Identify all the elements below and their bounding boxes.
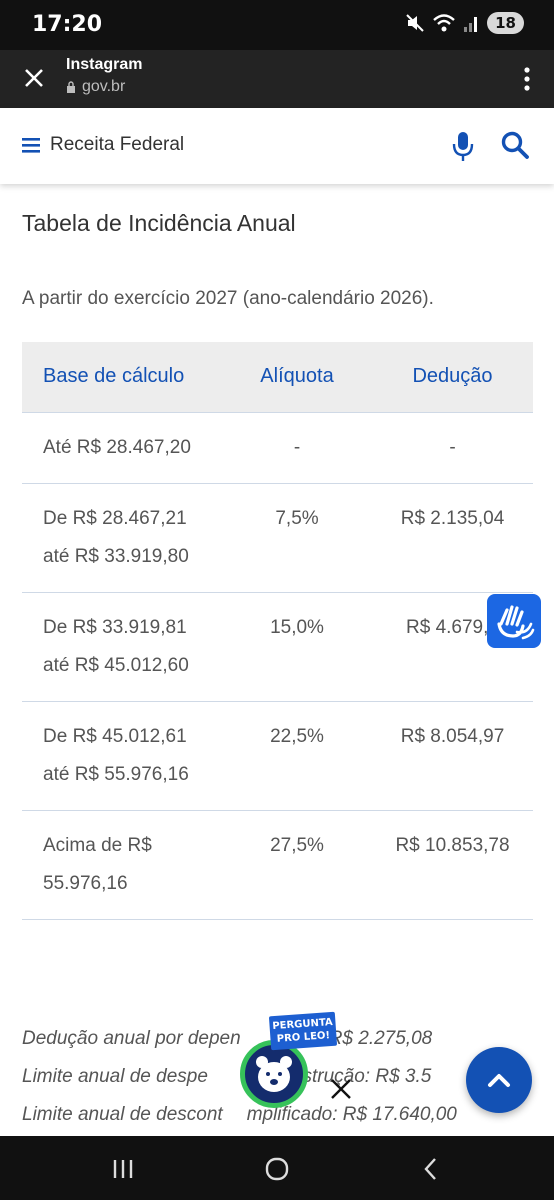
note-text: R$ 2.275,08: [328, 1028, 433, 1049]
cell-deducao: R$ 8.054,97: [372, 700, 533, 810]
note-text: Limite anual de despe: [22, 1066, 208, 1087]
cell-aliquota: 27,5%: [222, 809, 372, 920]
site-brand[interactable]: Receita Federal: [50, 134, 184, 156]
cell-base: De R$ 45.012,61 até R$ 55.976,16: [22, 700, 222, 810]
battery-indicator: 18: [487, 12, 524, 34]
table-row: Até R$ 28.467,20 - -: [22, 411, 533, 483]
page-heading: Tabela de Incidência Anual: [22, 210, 296, 236]
table-header-row: Base de cálculo Alíquota Dedução: [22, 342, 533, 412]
home-icon[interactable]: [262, 1154, 292, 1184]
cell-base: Até R$ 28.467,20: [22, 411, 222, 483]
status-icons: 18: [405, 12, 524, 34]
close-icon[interactable]: [18, 62, 50, 94]
note-line: Dedução anual por depen R$ 2.275,08: [22, 1020, 457, 1058]
page-content: Tabela de Incidência Anual A partir do e…: [0, 184, 554, 1136]
scroll-top-button[interactable]: [466, 1047, 532, 1113]
system-nav-bar: [0, 1136, 554, 1200]
cell-deducao: R$ 10.853,78: [372, 809, 533, 920]
note-text: Dedução anual por depen: [22, 1028, 241, 1049]
cell-deducao: -: [372, 411, 533, 483]
cell-aliquota: 7,5%: [222, 482, 372, 592]
sign-language-icon: [497, 605, 535, 640]
site-header: Receita Federal: [0, 108, 554, 184]
chevron-up-icon: [488, 1074, 510, 1087]
signal-icon: [464, 17, 478, 32]
cell-base: De R$ 28.467,21 até R$ 33.919,80: [22, 482, 222, 592]
note-text: nstrução: R$ 3.5: [291, 1066, 432, 1087]
browser-title: Instagram: [66, 56, 143, 73]
recents-icon[interactable]: [108, 1154, 138, 1184]
cell-aliquota: -: [222, 411, 372, 483]
accessibility-widget[interactable]: [487, 594, 541, 648]
browser-url: gov.br: [66, 78, 125, 96]
table-row: Acima de R$ 55.976,16 27,5% R$ 10.853,78: [22, 809, 533, 920]
column-header-base: Base de cálculo: [22, 342, 222, 412]
leo-badge[interactable]: PERGUNTA PRO LEO!: [268, 1011, 338, 1051]
note-line: Limite anual de descont mplificado: R$ 17…: [22, 1096, 457, 1134]
more-vert-icon[interactable]: [522, 64, 532, 94]
tax-table: Base de cálculo Alíquota Dedução Até R$ …: [22, 342, 533, 920]
microphone-icon[interactable]: [450, 130, 476, 162]
table-row: De R$ 45.012,61 até R$ 55.976,16 22,5% R…: [22, 700, 533, 810]
cell-base: De R$ 33.919,81 até R$ 45.012,60: [22, 591, 222, 701]
hamburger-icon[interactable]: [22, 136, 40, 154]
mute-icon: [406, 14, 424, 32]
bear-icon: [256, 1056, 292, 1092]
in-app-browser-bar: Instagram gov.br: [0, 50, 554, 108]
intro-text: A partir do exercício 2027 (ano-calendár…: [22, 288, 434, 309]
close-icon[interactable]: [328, 1076, 354, 1102]
back-icon[interactable]: [416, 1154, 446, 1184]
browser-url-text: gov.br: [82, 78, 126, 95]
cell-aliquota: 15,0%: [222, 591, 372, 701]
cell-base: Acima de R$ 55.976,16: [22, 809, 222, 920]
wifi-icon: [433, 14, 455, 32]
table-row: De R$ 33.919,81 até R$ 45.012,60 15,0% R…: [22, 591, 533, 701]
status-bar: 17:20 18: [0, 0, 554, 50]
lock-icon: [67, 81, 75, 93]
status-time: 17:20: [32, 12, 103, 37]
search-icon[interactable]: [500, 130, 530, 160]
leo-assistant-button[interactable]: [240, 1040, 308, 1108]
table-row: De R$ 28.467,21 até R$ 33.919,80 7,5% R$…: [22, 482, 533, 592]
cell-aliquota: 22,5%: [222, 700, 372, 810]
column-header-deducao: Dedução: [372, 342, 533, 412]
column-header-aliquota: Alíquota: [222, 342, 372, 412]
cell-deducao: R$ 2.135,04: [372, 482, 533, 592]
note-text: Limite anual de descont: [22, 1104, 223, 1125]
